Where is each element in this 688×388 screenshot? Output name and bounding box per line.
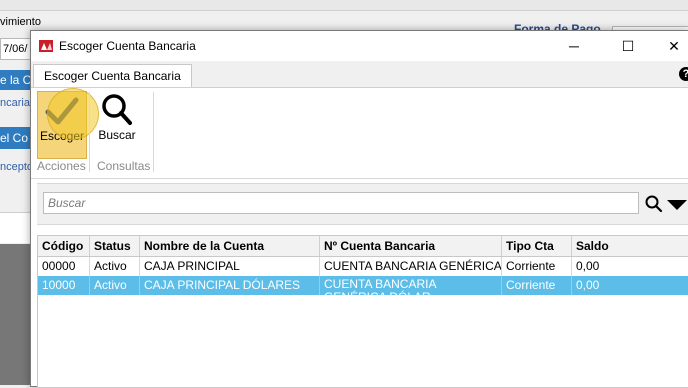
background-topbar [0,0,688,11]
magnifier-icon [102,94,132,125]
cell-status: Activo [90,276,140,295]
app-logo-icon [39,40,53,52]
column-header-saldo[interactable]: Saldo [572,236,688,256]
background-text-1: ncaria [0,97,30,109]
background-dark-strip [0,244,34,385]
cell-saldo: 0,00 [576,259,600,273]
group-separator [153,92,154,172]
group-label-acciones: Acciones [37,159,86,173]
background-text-2: ncepto [0,161,34,173]
table-row-selected[interactable]: 10000 Activo CAJA PRINCIPAL DÓLARES CUEN… [38,276,688,295]
close-button[interactable]: ✕ [651,31,688,61]
triangle-down-icon[interactable] [667,200,687,210]
cell-nombre: CAJA PRINCIPAL DÓLARES [140,276,320,295]
search-bar [37,183,688,225]
column-header-cuenta[interactable]: Nº Cuenta Bancaria [320,236,502,256]
maximize-button[interactable]: ☐ [605,31,651,61]
dialog-titlebar[interactable]: Escoger Cuenta Bancaria ─ ☐ ✕ [31,31,688,61]
minimize-button[interactable]: ─ [551,31,597,61]
tab-escoger-cuenta[interactable]: Escoger Cuenta Bancaria [33,64,192,87]
cell-tipo: Corriente [502,276,572,295]
cell-nombre: CAJA PRINCIPAL [140,257,320,276]
group-label-consultas: Consultas [97,159,151,173]
cell-saldo: 0,00 [572,276,688,295]
ribbon-toolbar: Escoger Buscar Acciones Consultas [31,88,688,179]
cell-codigo: 00000 [38,257,90,276]
search-icon[interactable] [645,195,663,213]
table-row[interactable]: 00000 Activo CAJA PRINCIPAL CUENTA BANCA… [38,257,688,276]
accounts-table: Código Status Nombre de la Cuenta Nº Cue… [37,235,688,388]
buscar-label: Buscar [98,128,136,142]
group-separator [89,92,90,172]
column-header-codigo[interactable]: Código [38,236,90,256]
choose-bank-account-dialog: Escoger Cuenta Bancaria ─ ☐ ✕ Escoger Cu… [30,30,688,388]
background-movement-label: vimiento [0,16,41,28]
background-blue-field-2[interactable]: el Co [0,127,34,149]
column-header-nombre[interactable]: Nombre de la Cuenta [140,236,320,256]
cell-codigo: 10000 [38,276,90,295]
buscar-button[interactable]: Buscar [93,91,141,157]
cell-cuenta: CUENTA BANCARIA GENÉRICA [320,257,502,276]
cell-tipo: Corriente [502,257,572,276]
column-header-tipo[interactable]: Tipo Cta [502,236,572,256]
cell-cuenta: CUENTA BANCARIA GENÉRICA DÓLAR [320,276,502,295]
click-highlight [47,88,99,140]
background-strip [0,212,34,243]
tab-strip: Escoger Cuenta Bancaria ? [31,61,688,88]
background-blue-field-1[interactable]: e la C [0,70,34,90]
table-header: Código Status Nombre de la Cuenta Nº Cue… [38,236,688,257]
column-header-status[interactable]: Status [90,236,140,256]
help-icon[interactable]: ? [679,67,688,81]
search-input[interactable] [43,192,639,214]
dialog-title: Escoger Cuenta Bancaria [59,39,196,53]
cell-status: Activo [90,257,140,276]
